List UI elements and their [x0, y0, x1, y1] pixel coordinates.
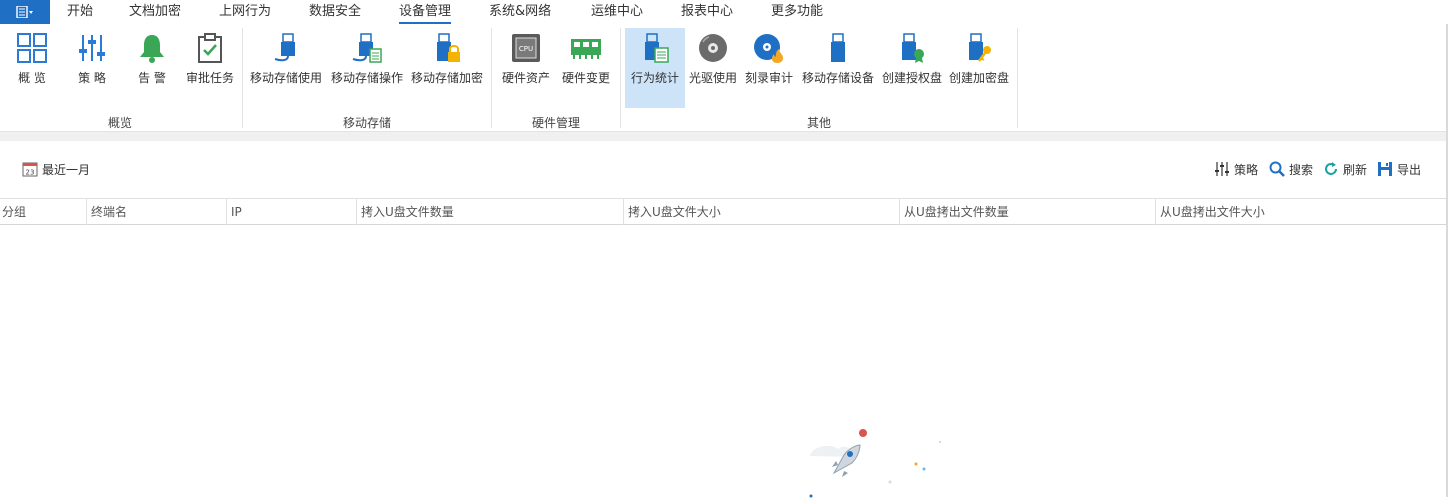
toolbar: 23 最近一月 策略 搜索 刷新 导出: [0, 141, 1448, 198]
ribbon-burn-audit-button[interactable]: 刻录审计: [742, 28, 796, 108]
search-label: 搜索: [1289, 162, 1314, 177]
cpu-label: CPU: [519, 45, 533, 53]
ribbon-alert-label: 告 警: [138, 71, 166, 85]
group-label-overview: 概览: [107, 116, 133, 130]
group-separator: [620, 28, 621, 128]
ribbon-storage-encrypt-label: 移动存储加密: [410, 71, 483, 85]
usb-log-icon: [350, 31, 384, 65]
refresh-label: 刷新: [1343, 162, 1368, 177]
column-header-copy-out-size[interactable]: 从U盘拷出文件大小: [1155, 199, 1446, 225]
group-separator: [242, 28, 243, 128]
ribbon-approval-label: 审批任务: [185, 71, 234, 85]
search-icon: [1269, 161, 1285, 177]
ribbon-policy-label: 策 略: [78, 71, 106, 85]
menu-tab-report-center[interactable]: 报表中心: [681, 0, 733, 24]
grid-icon: [15, 31, 49, 65]
column-header-terminal-name[interactable]: 终端名: [86, 199, 226, 225]
column-header-copy-out-count[interactable]: 从U盘拷出文件数量: [899, 199, 1155, 225]
ribbon-storage-op-button[interactable]: 移动存储操作: [329, 28, 405, 108]
export-button[interactable]: 导出: [1377, 160, 1421, 178]
usb-stats-icon: [638, 31, 672, 65]
ribbon-alert-button[interactable]: 告 警: [128, 28, 176, 108]
memory-board-icon: [569, 31, 603, 65]
ribbon-create-encrypted-disk-label: 创建加密盘: [948, 71, 1009, 85]
ribbon-hw-asset-button[interactable]: CPU 硬件资产: [499, 28, 553, 108]
ribbon-overview-label: 概 览: [18, 71, 46, 85]
group-separator: [491, 28, 492, 128]
menu-tab-device-management[interactable]: 设备管理: [399, 0, 452, 24]
ribbon-behavior-stats-label: 行为统计: [630, 71, 679, 85]
ribbon-storage-device-button[interactable]: 移动存储设备: [800, 28, 876, 108]
save-icon: [1378, 162, 1392, 176]
usb-badge-icon: [895, 31, 929, 65]
sliders-icon: [75, 31, 109, 65]
group-label-hardware: 硬件管理: [531, 116, 581, 130]
export-label: 导出: [1397, 162, 1422, 177]
menu-tab-doc-encryption[interactable]: 文档加密: [129, 0, 181, 24]
clipboard-check-icon: [193, 31, 227, 65]
menu-tab-ops-center[interactable]: 运维中心: [591, 0, 643, 24]
menu-tab-system-network[interactable]: 系统&网络: [489, 0, 551, 24]
ribbon-hw-asset-label: 硬件资产: [501, 71, 550, 85]
ribbon-create-encrypted-disk-button[interactable]: 创建加密盘: [947, 28, 1011, 108]
calendar-day: 23: [26, 169, 35, 177]
menu-tab-internet-behavior[interactable]: 上网行为: [219, 0, 271, 24]
usb-lock-icon: [430, 31, 464, 65]
ribbon-storage-use-button[interactable]: 移动存储使用: [248, 28, 324, 108]
ribbon-approval-button[interactable]: 审批任务: [184, 28, 236, 108]
menu-tab-start[interactable]: 开始: [67, 0, 93, 24]
column-header-group[interactable]: 分组: [0, 199, 86, 225]
app-menu-button[interactable]: [0, 0, 50, 24]
ribbon-storage-use-label: 移动存储使用: [249, 71, 322, 85]
menu-tab-more-functions[interactable]: 更多功能: [771, 0, 823, 24]
ribbon-storage-device-label: 移动存储设备: [801, 71, 874, 85]
ribbon-burn-audit-label: 刻录审计: [744, 71, 793, 85]
calendar-icon: 23: [22, 162, 38, 177]
refresh-icon: [1325, 162, 1337, 175]
group-label-other: 其他: [806, 116, 832, 130]
ribbon-cdrom-use-button[interactable]: 光驱使用: [686, 28, 740, 108]
ribbon-storage-op-label: 移动存储操作: [330, 71, 403, 85]
ribbon-create-auth-disk-button[interactable]: 创建授权盘: [880, 28, 944, 108]
rocket-loading-illustration: [809, 429, 942, 498]
ribbon-divider-bar: [0, 132, 1448, 141]
usb-key-icon: [962, 31, 996, 65]
cpu-icon: CPU: [509, 31, 543, 65]
ribbon-behavior-stats-button[interactable]: 行为统计: [625, 28, 685, 108]
table-body: [0, 226, 1448, 498]
ribbon-cdrom-use-label: 光驱使用: [688, 71, 737, 85]
date-range-selector[interactable]: 23 最近一月: [22, 160, 90, 178]
ribbon-hw-change-button[interactable]: 硬件变更: [559, 28, 613, 108]
search-button[interactable]: 搜索: [1269, 160, 1313, 178]
refresh-button[interactable]: 刷新: [1323, 160, 1367, 178]
app-menu-icon: [16, 6, 33, 18]
date-range-label: 最近一月: [42, 162, 91, 177]
bell-icon: [135, 31, 169, 65]
disc-icon: [696, 31, 730, 65]
menu-tab-data-security[interactable]: 数据安全: [309, 0, 361, 24]
ribbon-overview-button[interactable]: 概 览: [8, 28, 56, 108]
sliders-icon: [1215, 162, 1229, 176]
menu-bar: 开始 文档加密 上网行为 数据安全 设备管理 系统&网络 运维中心 报表中心 更…: [0, 0, 1448, 24]
table-header: 分组 终端名 IP 拷入U盘文件数量 拷入U盘文件大小 从U盘拷出文件数量 从U…: [0, 198, 1448, 225]
group-separator: [1017, 28, 1018, 128]
column-header-copy-in-count[interactable]: 拷入U盘文件数量: [356, 199, 623, 225]
policy-button[interactable]: 策略: [1214, 160, 1258, 178]
column-header-ip[interactable]: IP: [226, 199, 356, 225]
ribbon-policy-button[interactable]: 策 略: [68, 28, 116, 108]
column-header-copy-in-size[interactable]: 拷入U盘文件大小: [623, 199, 899, 225]
group-label-mobile-storage: 移动存储: [342, 116, 392, 130]
policy-label: 策略: [1234, 162, 1259, 177]
ribbon-hw-change-label: 硬件变更: [561, 71, 610, 85]
usb-drive-icon: [821, 31, 855, 65]
ribbon-storage-encrypt-button[interactable]: 移动存储加密: [409, 28, 485, 108]
ribbon-create-auth-disk-label: 创建授权盘: [881, 71, 942, 85]
usb-cable-icon: [269, 31, 303, 65]
ribbon: 概 览 策 略 告 警 审批任务 移动存储使用 移动存储操作 移动存储加密 CP…: [0, 24, 1448, 132]
disc-burn-icon: [752, 31, 786, 65]
